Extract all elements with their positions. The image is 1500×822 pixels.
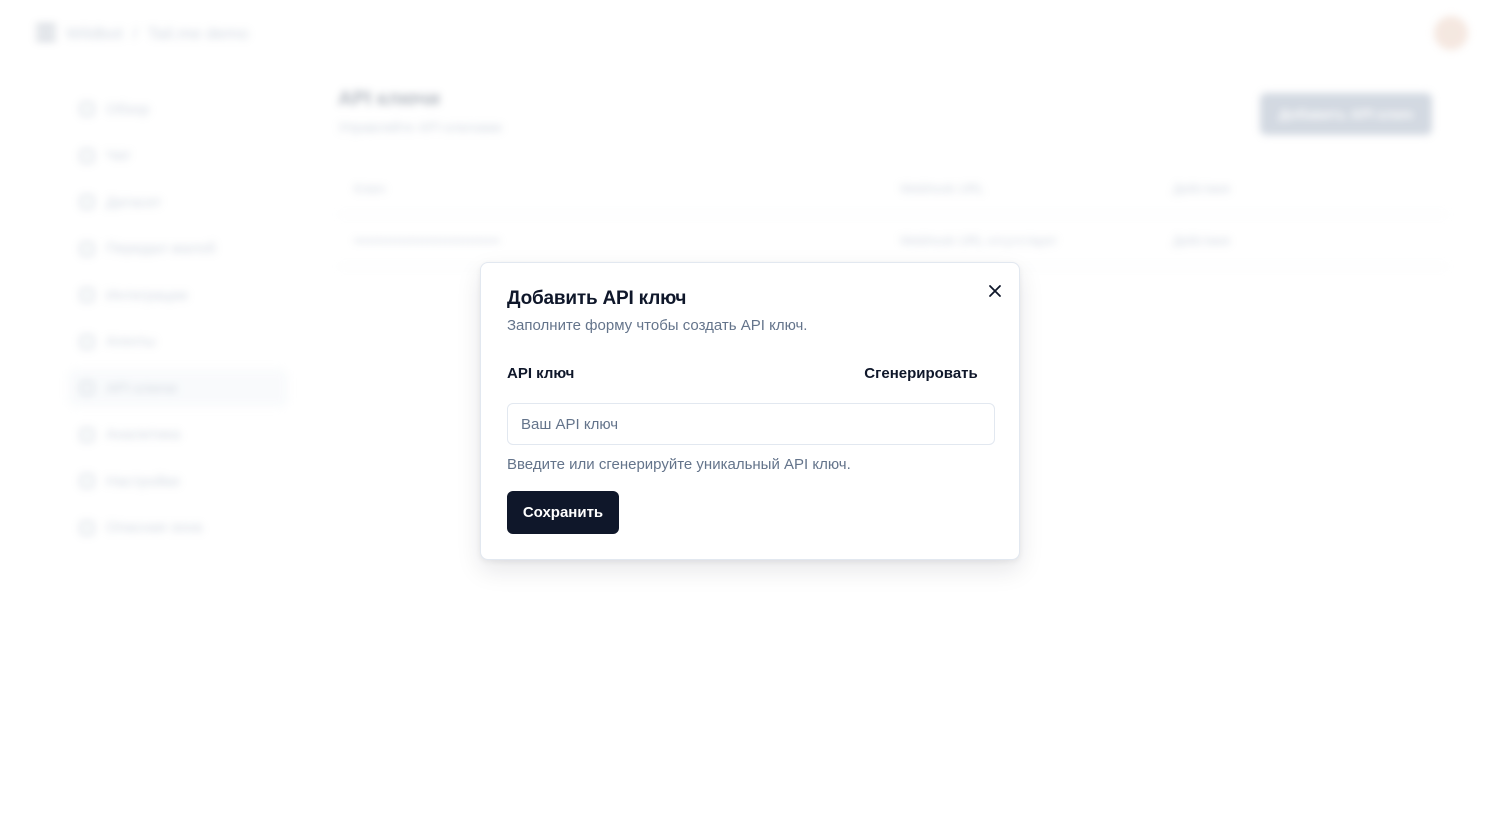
close-icon <box>989 285 1001 297</box>
dialog-title: Добавить API ключ <box>507 288 687 309</box>
close-button[interactable] <box>984 280 1006 302</box>
dialog-description: Заполните форму чтобы создать API ключ. <box>507 317 808 334</box>
add-api-key-dialog: Добавить API ключ Заполните форму чтобы … <box>480 262 1020 560</box>
save-button[interactable]: Сохранить <box>507 491 619 534</box>
api-key-label: API ключ <box>507 365 575 382</box>
api-key-input[interactable] <box>507 403 995 445</box>
generate-button[interactable]: Сгенерировать <box>859 357 983 389</box>
api-key-helper-text: Введите или сгенерируйте уникальный API … <box>507 456 851 473</box>
